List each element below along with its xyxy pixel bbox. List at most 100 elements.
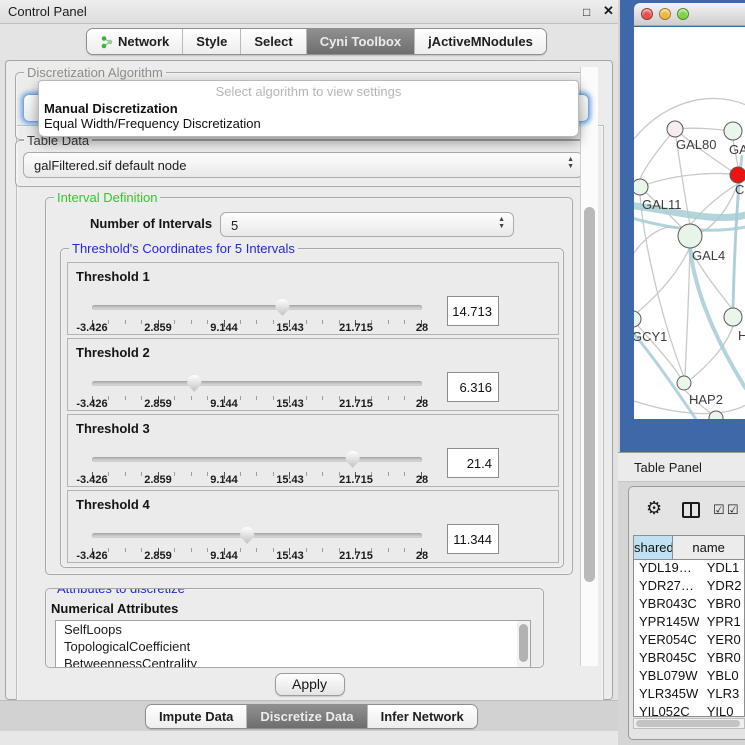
slider-track[interactable] <box>92 305 422 310</box>
table-cell[interactable]: YDR27… <box>634 578 699 596</box>
network-node-gal4[interactable] <box>678 224 702 248</box>
checkbox-icon[interactable]: ☑ <box>727 502 739 518</box>
scrollbar-thumb[interactable] <box>636 720 740 727</box>
network-edge <box>696 183 738 234</box>
number-of-intervals-combobox[interactable]: 5 ▲▼ <box>220 212 514 237</box>
table-row[interactable]: YBR043CYBR0 <box>634 596 744 614</box>
table-cell[interactable]: YLR3 <box>699 686 744 704</box>
network-node-ga[interactable] <box>724 122 742 140</box>
threshold-label: Threshold 4 <box>76 497 150 512</box>
attribute-item-selfloops[interactable]: SelfLoops <box>56 621 530 638</box>
table-horizontal-scrollbar[interactable] <box>633 718 745 729</box>
table-row[interactable]: YDL19…YDL1 <box>634 560 744 578</box>
checkbox-icon[interactable]: ☑ <box>713 502 725 518</box>
table-cell[interactable]: YBR045C <box>634 650 699 668</box>
slider-track[interactable] <box>92 533 422 538</box>
tab-jactivemnodules[interactable]: jActiveMNodules <box>415 29 546 54</box>
tab-impute-data[interactable]: Impute Data <box>146 705 247 728</box>
network-node-h[interactable] <box>724 308 742 326</box>
threshold-panel-3: Threshold 3-3.4262.8599.14415.4321.71528… <box>67 414 559 487</box>
network-window-titlebar <box>634 3 745 26</box>
attribute-item-betweennesscentrality[interactable]: BetweennessCentrality <box>56 655 530 668</box>
network-node-label: H <box>738 328 745 343</box>
gear-icon[interactable]: ⚙ <box>646 498 662 519</box>
close-icon[interactable]: ✕ <box>603 3 614 19</box>
threshold-value-field[interactable]: 6.316 <box>447 372 499 402</box>
tab-select[interactable]: Select <box>241 29 306 54</box>
table-data-combobox[interactable]: galFiltered.sif default node ▲▼ <box>23 152 583 178</box>
threshold-slider[interactable] <box>92 373 422 395</box>
threshold-value-field[interactable]: 21.4 <box>447 448 499 478</box>
table-row[interactable]: YDR27…YDR2 <box>634 578 744 596</box>
network-canvas[interactable]: GAL80GACGAL11GAL4GCY1HHAP2 <box>634 27 745 419</box>
threshold-value-field[interactable]: 11.344 <box>447 524 499 554</box>
settings-vertical-scrollbar[interactable] <box>580 67 598 666</box>
discretization-algorithm-label: Discretization Algorithm <box>24 65 166 80</box>
column-header-shared-name[interactable]: shared… <box>634 536 673 559</box>
table-cell[interactable]: YBR0 <box>699 650 744 668</box>
column-header-name[interactable]: name <box>673 536 744 559</box>
tab-cyni-toolbox[interactable]: Cyni Toolbox <box>307 29 415 54</box>
tab-infer-network[interactable]: Infer Network <box>368 705 477 728</box>
algorithm-dropdown-options: Manual DiscretizationEqual Width/Frequen… <box>42 101 572 131</box>
table-cell[interactable]: YBR0 <box>699 596 744 614</box>
network-node-hap2[interactable] <box>677 376 691 390</box>
scrollbar-thumb[interactable] <box>584 207 595 582</box>
network-node-gcy1[interactable] <box>634 311 641 327</box>
thresholds-group: Threshold's Coordinates for 5 Intervals … <box>60 248 564 568</box>
slider-thumb-icon[interactable] <box>186 375 202 393</box>
tick-label: 2.859 <box>144 398 172 410</box>
table-cell[interactable]: YLR345W <box>634 686 699 704</box>
table-row[interactable]: YER054CYER0 <box>634 632 744 650</box>
table-row[interactable]: YBR045CYBR0 <box>634 650 744 668</box>
network-node-c[interactable] <box>730 167 745 183</box>
table-cell[interactable]: YER0 <box>699 632 744 650</box>
slider-thumb-icon[interactable] <box>239 527 255 545</box>
dropdown-option-manual-discretization[interactable]: Manual Discretization <box>42 101 572 116</box>
apply-button[interactable]: Apply <box>275 673 345 696</box>
table-cell[interactable]: YBL079W <box>634 668 699 686</box>
table-row[interactable]: YLR345WYLR3 <box>634 686 744 704</box>
attribute-item-topologicalcoefficient[interactable]: TopologicalCoefficient <box>56 638 530 655</box>
threshold-slider[interactable] <box>92 525 422 547</box>
tab-discretize-data[interactable]: Discretize Data <box>247 705 367 728</box>
threshold-slider[interactable] <box>92 449 422 471</box>
traffic-close-button[interactable] <box>641 8 653 20</box>
table-cell[interactable]: YDR2 <box>699 578 744 596</box>
traffic-zoom-button[interactable] <box>677 8 689 20</box>
tab-style[interactable]: Style <box>183 29 241 54</box>
threshold-value-field[interactable]: 14.713 <box>447 296 499 326</box>
slider-track[interactable] <box>92 381 422 386</box>
tab-network[interactable]: Network <box>87 29 183 54</box>
float-icon[interactable]: □ <box>583 5 590 19</box>
tab-label: Discretize Data <box>260 709 353 724</box>
table-cell[interactable]: YER054C <box>634 632 699 650</box>
table-cell[interactable]: YBL0 <box>699 668 744 686</box>
slider-thumb-icon[interactable] <box>345 451 361 469</box>
table-cell[interactable]: YIL052C <box>634 704 699 717</box>
table-cell[interactable]: YPR145W <box>634 614 699 632</box>
network-view-window: GAL80GACGAL11GAL4GCY1HHAP2 <box>620 0 745 452</box>
node-table: shared… name YDL19…YDL1YDR27…YDR2YBR043C… <box>633 535 745 717</box>
tick-label: -3.426 <box>76 322 107 334</box>
table-cell[interactable]: YIL0 <box>699 704 744 717</box>
network-node-gal80[interactable] <box>667 121 683 137</box>
table-cell[interactable]: YPR1 <box>699 614 744 632</box>
threshold-slider[interactable] <box>92 297 422 319</box>
tick-label: 21.715 <box>339 550 373 562</box>
table-cell[interactable]: YBR043C <box>634 596 699 614</box>
slider-thumb-icon[interactable] <box>274 299 290 317</box>
slider-track[interactable] <box>92 457 422 462</box>
scrollbar-thumb[interactable] <box>519 624 528 662</box>
table-row[interactable]: YPR145WYPR1 <box>634 614 744 632</box>
stepper-arrows-icon: ▲▼ <box>567 156 574 170</box>
table-row[interactable]: YBL079WYBL0 <box>634 668 744 686</box>
network-node-gal11[interactable] <box>634 179 648 195</box>
table-row[interactable]: YIL052CYIL0 <box>634 704 744 717</box>
table-cell[interactable]: YDL1 <box>699 560 744 578</box>
table-cell[interactable]: YDL19… <box>634 560 699 578</box>
traffic-minimize-button[interactable] <box>659 8 671 20</box>
dropdown-option-equal-width-frequency-discretization[interactable]: Equal Width/Frequency Discretization <box>42 116 572 131</box>
attributes-scrollbar[interactable] <box>517 621 530 667</box>
columns-icon[interactable] <box>682 502 700 518</box>
